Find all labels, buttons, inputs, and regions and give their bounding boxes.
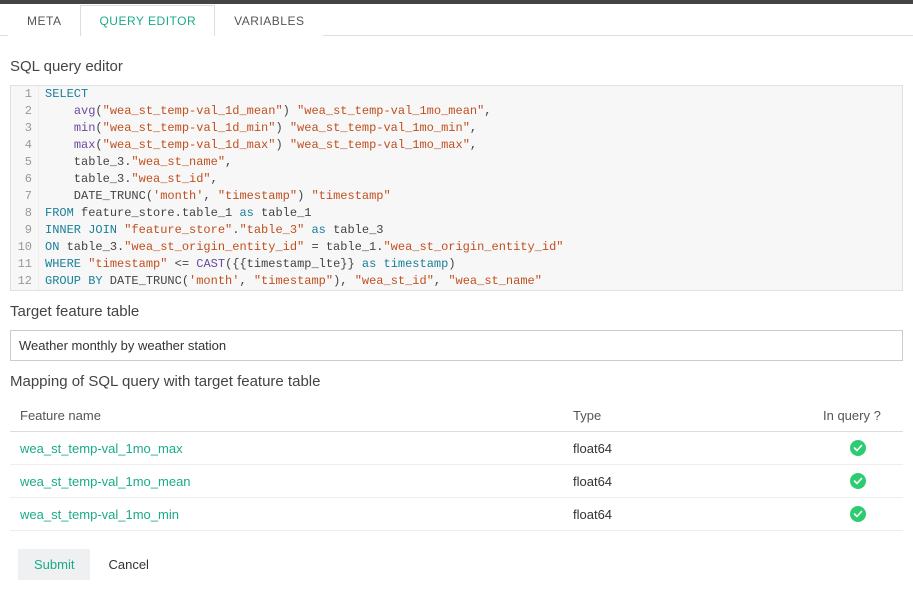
line-number: 3 xyxy=(11,120,39,137)
editor-line[interactable]: 11WHERE "timestamp" <= CAST({{timestamp_… xyxy=(11,256,902,273)
feature-name-cell[interactable]: wea_st_temp-val_1mo_max xyxy=(10,432,563,465)
line-code[interactable]: FROM feature_store.table_1 as table_1 xyxy=(39,205,902,222)
line-number: 8 xyxy=(11,205,39,222)
table-row: wea_st_temp-val_1mo_maxfloat64 xyxy=(10,432,903,465)
line-number: 2 xyxy=(11,103,39,120)
table-row: wea_st_temp-val_1mo_minfloat64 xyxy=(10,498,903,531)
editor-line[interactable]: 5 table_3."wea_st_name", xyxy=(11,154,902,171)
line-code[interactable]: min("wea_st_temp-val_1d_min") "wea_st_te… xyxy=(39,120,902,137)
check-circle-icon xyxy=(850,506,866,522)
sql-editor[interactable]: 1SELECT2 avg("wea_st_temp-val_1d_mean") … xyxy=(10,85,903,291)
editor-line[interactable]: 4 max("wea_st_temp-val_1d_max") "wea_st_… xyxy=(11,137,902,154)
line-code[interactable]: max("wea_st_temp-val_1d_max") "wea_st_te… xyxy=(39,137,902,154)
line-number: 4 xyxy=(11,137,39,154)
feature-name-cell[interactable]: wea_st_temp-val_1mo_min xyxy=(10,498,563,531)
type-cell: float64 xyxy=(563,465,813,498)
check-circle-icon xyxy=(850,473,866,489)
cancel-button[interactable]: Cancel xyxy=(108,557,148,572)
tab-query-editor[interactable]: QUERY EDITOR xyxy=(80,5,215,36)
line-code[interactable]: table_3."wea_st_name", xyxy=(39,154,902,171)
check-circle-icon xyxy=(850,440,866,456)
line-number: 7 xyxy=(11,188,39,205)
editor-line[interactable]: 10ON table_3."wea_st_origin_entity_id" =… xyxy=(11,239,902,256)
line-number: 12 xyxy=(11,273,39,290)
editor-line[interactable]: 8FROM feature_store.table_1 as table_1 xyxy=(11,205,902,222)
line-code[interactable]: ON table_3."wea_st_origin_entity_id" = t… xyxy=(39,239,902,256)
line-code[interactable]: GROUP BY DATE_TRUNC('month', "timestamp"… xyxy=(39,273,902,290)
editor-line[interactable]: 12GROUP BY DATE_TRUNC('month', "timestam… xyxy=(11,273,902,290)
mapping-title: Mapping of SQL query with target feature… xyxy=(10,373,903,390)
editor-line[interactable]: 2 avg("wea_st_temp-val_1d_mean") "wea_st… xyxy=(11,103,902,120)
col-feature-name: Feature name xyxy=(10,400,563,432)
tab-meta[interactable]: META xyxy=(8,5,80,36)
line-number: 5 xyxy=(11,154,39,171)
line-code[interactable]: table_3."wea_st_id", xyxy=(39,171,902,188)
in-query-cell xyxy=(813,432,903,465)
main-content: SQL query editor 1SELECT2 avg("wea_st_te… xyxy=(0,36,913,600)
tab-variables[interactable]: VARIABLES xyxy=(215,5,323,36)
sql-editor-title: SQL query editor xyxy=(10,58,903,75)
line-number: 11 xyxy=(11,256,39,273)
line-number: 6 xyxy=(11,171,39,188)
col-type: Type xyxy=(563,400,813,432)
in-query-cell xyxy=(813,465,903,498)
action-bar: Submit Cancel xyxy=(10,549,903,580)
line-number: 9 xyxy=(11,222,39,239)
submit-button[interactable]: Submit xyxy=(18,549,90,580)
table-row: wea_st_temp-val_1mo_meanfloat64 xyxy=(10,465,903,498)
type-cell: float64 xyxy=(563,432,813,465)
type-cell: float64 xyxy=(563,498,813,531)
editor-line[interactable]: 7 DATE_TRUNC('month', "timestamp") "time… xyxy=(11,188,902,205)
line-code[interactable]: SELECT xyxy=(39,86,902,103)
tab-bar: META QUERY EDITOR VARIABLES xyxy=(0,4,913,36)
line-code[interactable]: avg("wea_st_temp-val_1d_mean") "wea_st_t… xyxy=(39,103,902,120)
line-code[interactable]: DATE_TRUNC('month', "timestamp") "timest… xyxy=(39,188,902,205)
feature-name-cell[interactable]: wea_st_temp-val_1mo_mean xyxy=(10,465,563,498)
editor-line[interactable]: 9INNER JOIN "feature_store"."table_3" as… xyxy=(11,222,902,239)
in-query-cell xyxy=(813,498,903,531)
line-number: 10 xyxy=(11,239,39,256)
mapping-table: Feature name Type In query ? wea_st_temp… xyxy=(10,400,903,531)
line-code[interactable]: INNER JOIN "feature_store"."table_3" as … xyxy=(39,222,902,239)
line-code[interactable]: WHERE "timestamp" <= CAST({{timestamp_lt… xyxy=(39,256,902,273)
target-table-title: Target feature table xyxy=(10,303,903,320)
editor-line[interactable]: 3 min("wea_st_temp-val_1d_min") "wea_st_… xyxy=(11,120,902,137)
editor-line[interactable]: 1SELECT xyxy=(11,86,902,103)
target-table-input[interactable] xyxy=(10,330,903,361)
line-number: 1 xyxy=(11,86,39,103)
col-in-query: In query ? xyxy=(813,400,903,432)
editor-line[interactable]: 6 table_3."wea_st_id", xyxy=(11,171,902,188)
